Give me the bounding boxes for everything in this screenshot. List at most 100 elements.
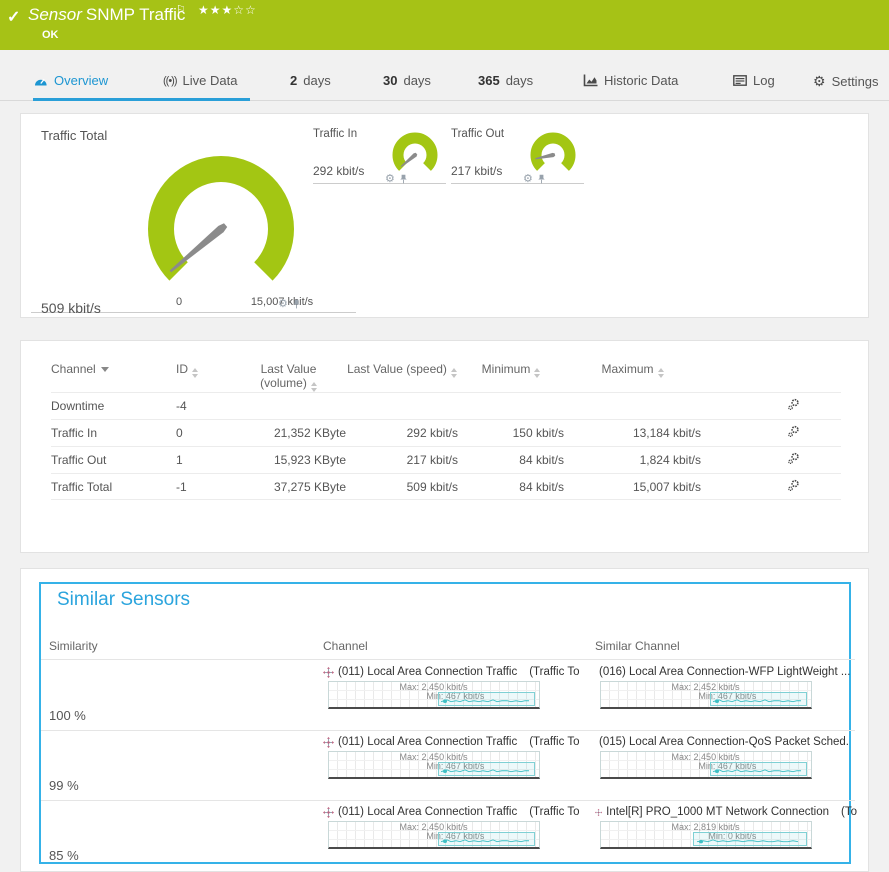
similar-row1-similar-channel-link[interactable]: (016) Local Area Connection-WFP LightWei…: [595, 664, 857, 680]
similar-row2-similar-channel-link[interactable]: (015) Local Area Connection-QoS Packet S…: [595, 734, 857, 750]
channels-table-panel: Channel ID Last Value(volume) Last Value…: [20, 340, 869, 553]
tab-bar: Overview ((•)) Live Data 2 days 30days 36…: [0, 50, 889, 105]
tab-settings[interactable]: ⚙ Settings: [813, 73, 879, 90]
gauge-settings-gear-icon[interactable]: ⚙: [278, 297, 288, 310]
similarity-value: 99 %: [49, 778, 79, 793]
traffic-total-gauge-block: Traffic Total 0 15,007 kbit/s 509 kbit/s…: [31, 124, 356, 313]
col-header-id[interactable]: ID: [176, 359, 231, 392]
pin-icon[interactable]: [399, 174, 408, 185]
prtg-sensor-overview-page: ✓ SensorSNMP Traffic ⚐ ★★★☆☆ OK Overview…: [0, 0, 889, 872]
channel-settings-gears-icon[interactable]: [787, 398, 800, 411]
tab-30-days[interactable]: 30days: [383, 73, 431, 88]
similar-row3-similar-channel-link[interactable]: Intel[R] PRO_1000 MT Network Connection(…: [595, 804, 857, 820]
tab-number: 30: [383, 73, 397, 88]
table-row-traffic-in: Traffic In 0 21,352 KByte 292 kbit/s 150…: [51, 419, 841, 446]
tab-label: Settings: [832, 74, 879, 89]
col-header-channel[interactable]: Channel: [51, 359, 176, 392]
similar-row1-similar-graph: Max: 2,452 kbit/s Min: 467 kbit/s: [600, 681, 812, 709]
historic-data-icon: [583, 74, 598, 87]
sensor-status-header: ✓ SensorSNMP Traffic ⚐ ★★★☆☆ OK: [0, 0, 889, 50]
sparkline: [601, 682, 811, 707]
similar-row2-channel-graph: Max: 2,450 kbit/s Min: 467 kbit/s: [328, 751, 540, 779]
priority-stars[interactable]: ★★★☆☆: [198, 3, 257, 17]
tab-label: Overview: [54, 73, 108, 88]
divider: [41, 730, 855, 731]
stars-empty[interactable]: ☆☆: [233, 3, 257, 17]
col-header-last-value-speed[interactable]: Last Value (speed): [346, 359, 458, 392]
tab-365-days[interactable]: 365days: [478, 73, 533, 88]
tab-number: 365: [478, 73, 500, 88]
move-crosshair-icon: [323, 667, 334, 678]
gauge-settings-gear-icon[interactable]: ⚙: [523, 172, 533, 185]
cell-volume: 15,923 KByte: [231, 453, 346, 467]
similar-row2-channel-link[interactable]: (011) Local Area Connection Traffic(Traf…: [323, 734, 591, 750]
similar-row3-channel-graph: Max: 2,450 kbit/s Min: 467 kbit/s: [328, 821, 540, 849]
col-header-channel: Channel: [323, 639, 368, 653]
similar-row1-channel-link[interactable]: (011) Local Area Connection Traffic(Traf…: [323, 664, 591, 680]
gauge-title: Traffic Total: [41, 128, 107, 143]
tab-number: 2: [290, 73, 297, 88]
status-check-icon: ✓: [7, 7, 20, 27]
tab-label: days: [303, 73, 330, 88]
cell-channel: Traffic Out: [51, 453, 176, 467]
col-header-maximum[interactable]: Maximum: [564, 359, 701, 392]
move-crosshair-icon: [323, 807, 334, 818]
gauge-settings-gear-icon[interactable]: ⚙: [385, 172, 395, 185]
sensor-kind-label: Sensor: [28, 5, 82, 24]
sort-icon: [534, 368, 540, 378]
sparkline: [601, 822, 811, 847]
cell-channel: Downtime: [51, 399, 176, 413]
tab-label: Log: [753, 73, 775, 88]
cell-speed: 217 kbit/s: [346, 453, 458, 467]
gauge-title: Traffic Out: [451, 128, 504, 140]
divider: [41, 659, 855, 660]
cell-volume: 21,352 KByte: [231, 426, 346, 440]
table-row-traffic-total: Traffic Total -1 37,275 KByte 509 kbit/s…: [51, 473, 841, 500]
gauges-panel: Traffic Total 0 15,007 kbit/s 509 kbit/s…: [20, 113, 869, 318]
traffic-total-value: 509 kbit/s: [41, 300, 101, 316]
sparkline: [329, 822, 539, 847]
similar-row3-channel-link[interactable]: (011) Local Area Connection Traffic(Traf…: [323, 804, 591, 820]
col-header-last-value-volume[interactable]: Last Value(volume): [231, 359, 346, 392]
channels-table: Channel ID Last Value(volume) Last Value…: [51, 359, 841, 500]
gauge-scale-min: 0: [159, 296, 199, 308]
channel-settings-gears-icon[interactable]: [787, 452, 800, 465]
cell-id: -4: [176, 399, 231, 413]
priority-flag-icon[interactable]: ⚐: [176, 3, 186, 16]
stars-filled[interactable]: ★★★: [198, 3, 233, 17]
cell-id: 1: [176, 453, 231, 467]
traffic-out-gauge-block: Traffic Out 217 kbit/s ⚙: [451, 124, 584, 184]
sort-desc-icon: [101, 367, 109, 372]
status-badge: OK: [42, 29, 59, 41]
pin-icon[interactable]: [292, 299, 301, 310]
col-header-minimum[interactable]: Minimum: [458, 359, 564, 392]
channel-settings-gears-icon[interactable]: [787, 425, 800, 438]
page-title: SensorSNMP Traffic: [28, 5, 185, 25]
divider: [41, 800, 855, 801]
similar-row3-similar-graph: Max: 2,819 kbit/s Min: 0 kbit/s: [600, 821, 812, 849]
sparkline: [329, 682, 539, 707]
tab-historic-data[interactable]: Historic Data: [583, 73, 678, 88]
sparkline: [601, 752, 811, 777]
tab-log[interactable]: Log: [733, 73, 775, 88]
similar-row1-channel-graph: Max: 2,450 kbit/s Min: 467 kbit/s: [328, 681, 540, 709]
live-data-icon: ((•)): [163, 75, 177, 87]
cell-min: 84 kbit/s: [458, 453, 564, 467]
tab-2-days[interactable]: 2 days: [290, 73, 331, 88]
similar-sensors-title: Similar Sensors: [57, 589, 190, 611]
sort-icon: [192, 368, 198, 378]
pin-icon[interactable]: [537, 174, 546, 185]
similarity-value: 100 %: [49, 708, 86, 723]
table-row-traffic-out: Traffic Out 1 15,923 KByte 217 kbit/s 84…: [51, 446, 841, 473]
traffic-out-value: 217 kbit/s: [451, 164, 502, 178]
move-crosshair-icon: [595, 807, 602, 818]
active-tab-underline: [33, 98, 250, 101]
cell-channel: Traffic Total: [51, 480, 176, 494]
tab-overview[interactable]: Overview: [33, 73, 108, 88]
traffic-in-gauge-block: Traffic In 292 kbit/s ⚙: [313, 124, 446, 184]
tab-live-data[interactable]: ((•)) Live Data: [163, 73, 237, 88]
overview-gauge-icon: [33, 74, 48, 87]
cell-min: 84 kbit/s: [458, 480, 564, 494]
similar-row2-similar-graph: Max: 2,450 kbit/s Min: 467 kbit/s: [600, 751, 812, 779]
channel-settings-gears-icon[interactable]: [787, 479, 800, 492]
